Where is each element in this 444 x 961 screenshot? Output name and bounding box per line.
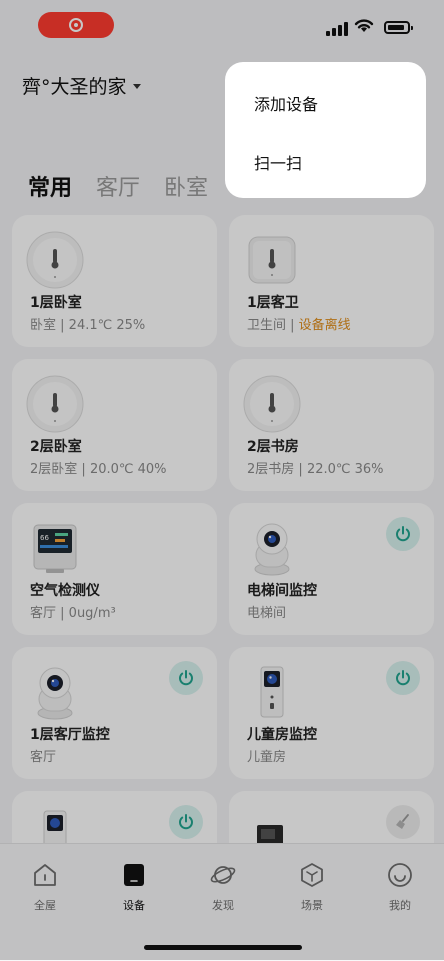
scan-menu-item[interactable]: 扫一扫 xyxy=(254,150,302,174)
add-device-menu-item[interactable]: 添加设备 xyxy=(254,91,318,115)
add-menu-popup: 添加设备 扫一扫 xyxy=(225,62,426,198)
